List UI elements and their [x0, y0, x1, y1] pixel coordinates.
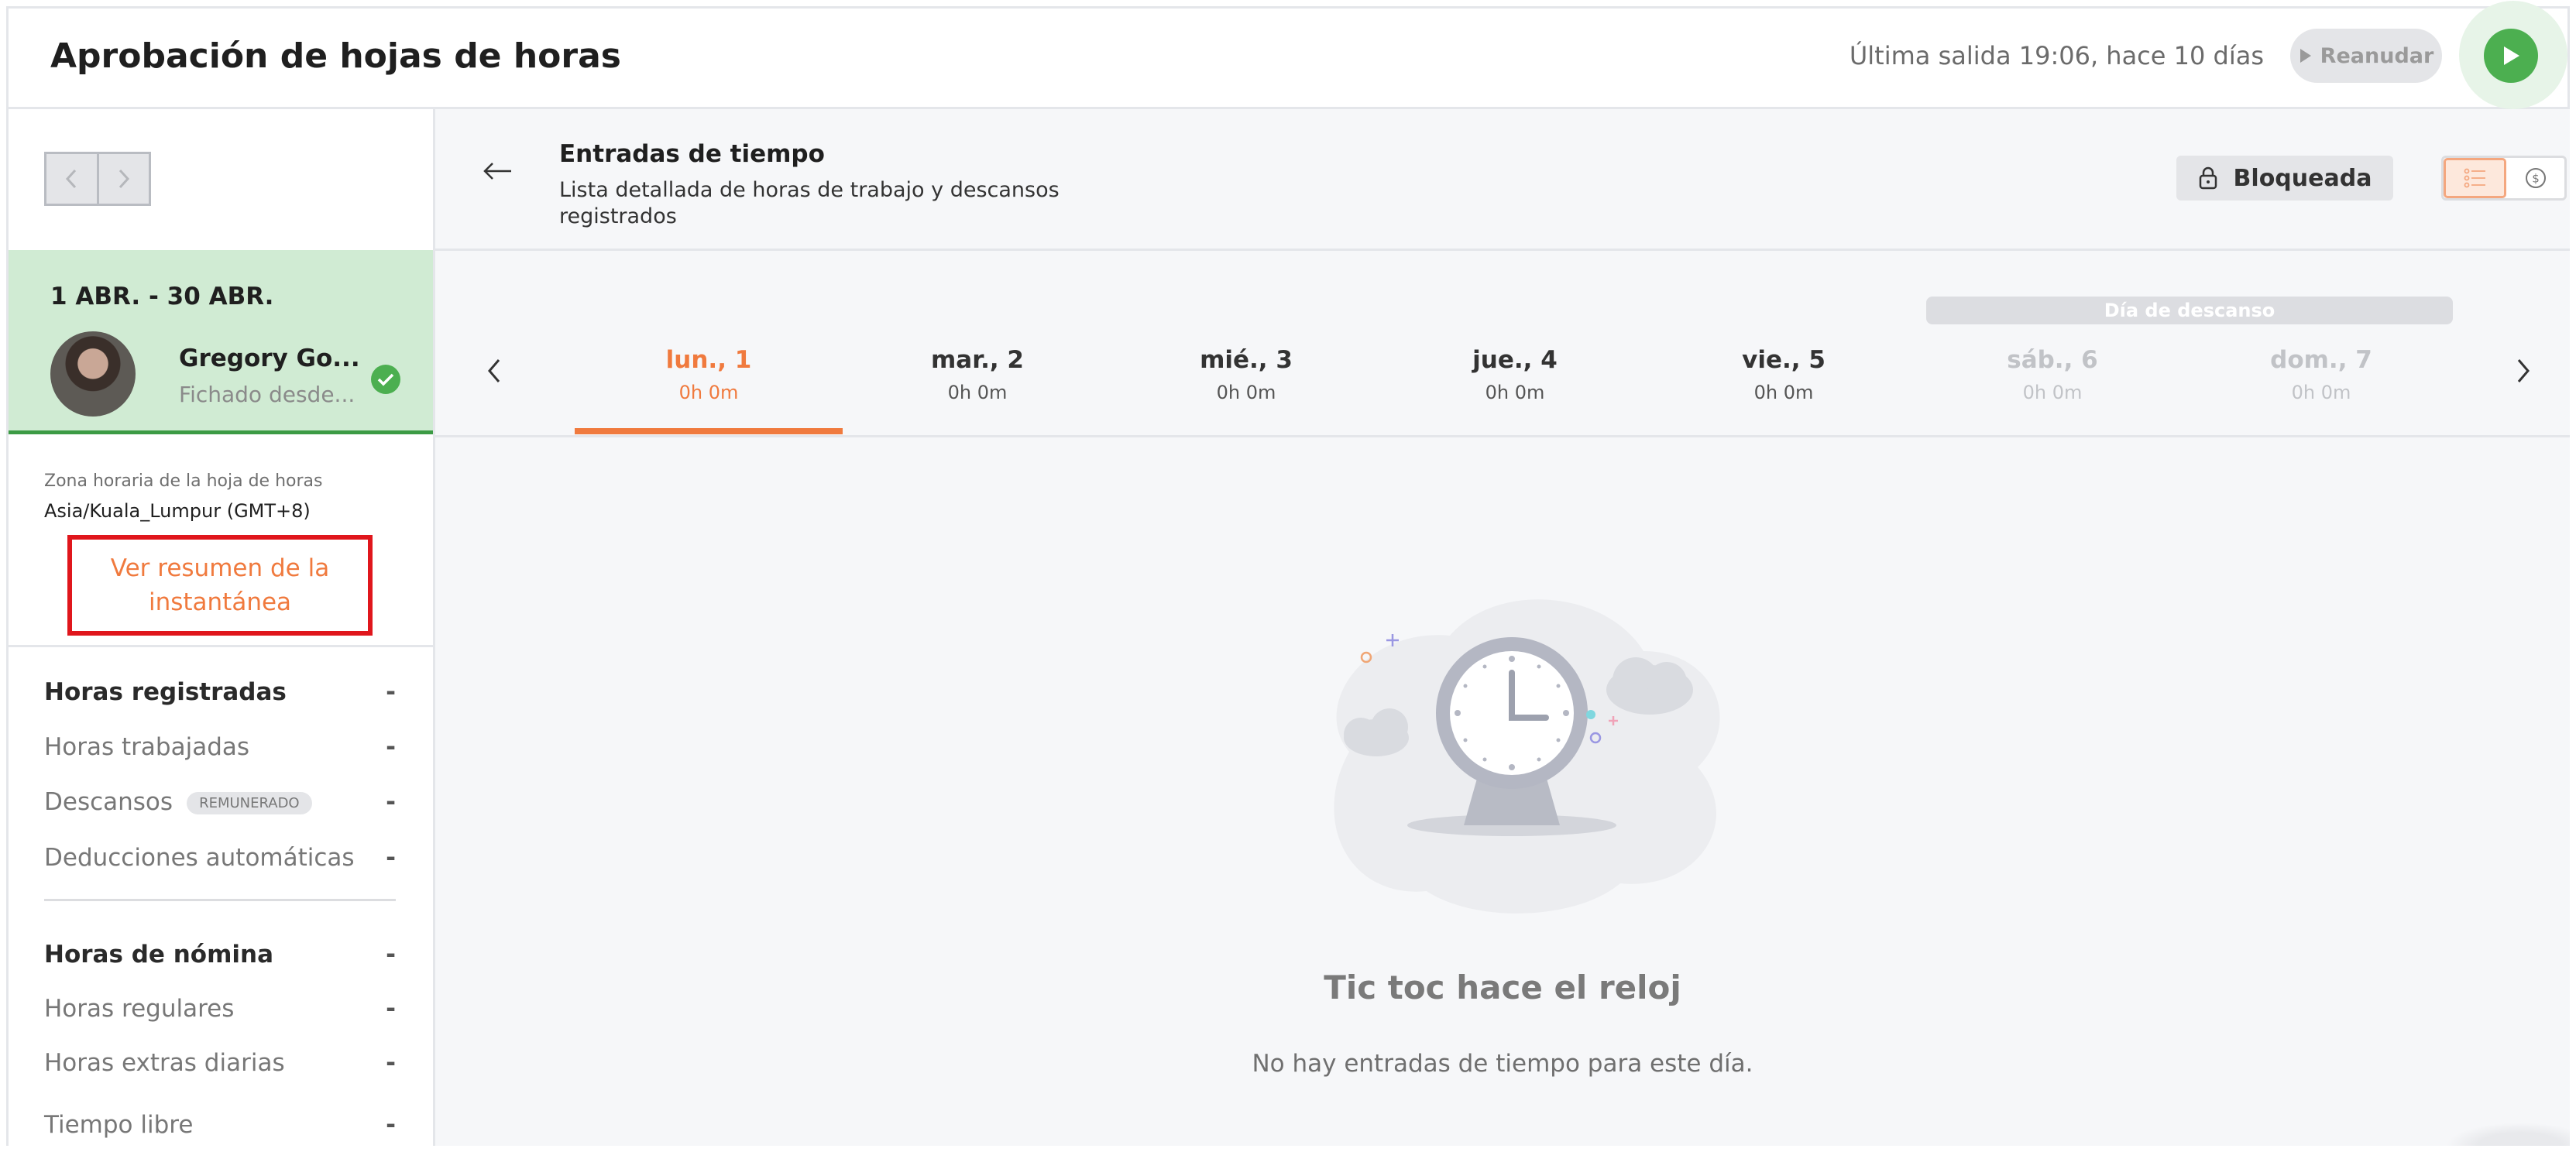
empty-state-title: Tic toc hace el reloj: [1324, 969, 1681, 1006]
stat-value: -: [386, 788, 396, 816]
next-period-button[interactable]: [99, 154, 149, 204]
resume-label: Reanudar: [2320, 43, 2434, 68]
employee-status: Fichado desde...: [179, 382, 355, 407]
clock-illustration-icon: [1334, 599, 1720, 914]
list-icon: [2464, 168, 2485, 188]
day-label: mié., 3: [1200, 346, 1293, 374]
stat-label-wrap: Descansos REMUNERADO: [44, 788, 312, 816]
stat-value: -: [386, 733, 396, 761]
stat-payroll-hours: Horas de nómina -: [44, 941, 396, 969]
stat-label: Horas registradas: [44, 678, 287, 706]
timesheet-card[interactable]: 1 ABR. - 30 ABR. Gregory Go... Fichado d…: [9, 250, 433, 434]
next-week-button[interactable]: [2516, 354, 2531, 392]
prev-week-button[interactable]: [486, 354, 502, 392]
stat-daily-overtime: Horas extras diarias -: [44, 1049, 396, 1077]
start-timer-button[interactable]: [2484, 29, 2538, 83]
day-tab[interactable]: mar., 2 0h 0m: [843, 346, 1111, 403]
stat-recorded-hours: Horas registradas -: [44, 678, 396, 706]
divider: [44, 899, 396, 901]
day-selector: Día de descanso lun., 1 0h 0m mar., 2 0h…: [435, 253, 2570, 437]
day-hours: 0h 0m: [2291, 382, 2351, 403]
stat-worked-hours: Horas trabajadas -: [44, 733, 396, 761]
day-hours: 0h 0m: [1485, 382, 1545, 403]
day-label: mar., 2: [930, 346, 1024, 374]
day-hours: 0h 0m: [1753, 382, 1814, 403]
check-icon: [371, 365, 400, 394]
stat-label: Horas regulares: [44, 995, 235, 1023]
chevron-right-icon: [118, 169, 129, 189]
stat-value: -: [386, 941, 396, 969]
stat-breaks: Descansos REMUNERADO -: [44, 788, 396, 816]
resume-button[interactable]: Reanudar: [2290, 29, 2442, 83]
stat-value: -: [386, 1049, 396, 1077]
svg-text:$: $: [2532, 172, 2540, 186]
top-bar: Aprobación de hojas de horas Última sali…: [9, 1, 2567, 109]
day-hours: 0h 0m: [678, 382, 739, 403]
stat-label: Descansos: [44, 788, 173, 816]
section-header: Entradas de tiempo Lista detallada de ho…: [435, 109, 2570, 251]
day-label: dom., 7: [2270, 346, 2372, 374]
timezone-value: Asia/Kuala_Lumpur (GMT+8): [44, 500, 311, 522]
chevron-left-icon: [488, 359, 500, 382]
rest-day-band: Día de descanso: [1926, 297, 2453, 324]
divider: [9, 645, 433, 647]
chevron-right-icon: [2517, 359, 2530, 382]
locked-button[interactable]: Bloqueada: [2176, 156, 2393, 201]
page-title: Aprobación de hojas de horas: [50, 36, 621, 76]
day-hours: 0h 0m: [2022, 382, 2083, 403]
stat-value: -: [386, 1111, 396, 1139]
section-title: Entradas de tiempo: [559, 140, 825, 168]
cost-view-button[interactable]: $: [2506, 158, 2564, 198]
stat-regular-hours: Horas regulares -: [44, 995, 396, 1023]
stat-value: -: [386, 678, 396, 706]
stat-auto-deductions: Deducciones automáticas -: [44, 844, 396, 872]
day-tab[interactable]: dom., 7 0h 0m: [2187, 346, 2455, 403]
dollar-circle-icon: $: [2525, 168, 2546, 188]
day-label: jue., 4: [1472, 346, 1558, 374]
corner-shadow: [2446, 1123, 2570, 1146]
app-window: Aprobación de hojas de horas Última sali…: [6, 1, 2570, 1146]
stat-label: Horas de nómina: [44, 941, 273, 969]
snapshot-summary-link[interactable]: Ver resumen de la instantánea: [67, 535, 373, 636]
stat-value: -: [386, 844, 396, 872]
day-tab[interactable]: vie., 5 0h 0m: [1650, 346, 1918, 403]
stat-label: Deducciones automáticas: [44, 844, 355, 872]
paid-badge: REMUNERADO: [187, 792, 312, 814]
arrow-left-icon: [483, 163, 511, 180]
day-label: lun., 1: [665, 346, 752, 374]
day-tab[interactable]: jue., 4 0h 0m: [1381, 346, 1649, 403]
last-exit-text: Última salida 19:06, hace 10 días: [1849, 41, 2264, 70]
stat-label: Horas extras diarias: [44, 1049, 285, 1077]
day-tab[interactable]: lun., 1 0h 0m: [575, 346, 843, 403]
avatar: [50, 331, 136, 417]
locked-label: Bloqueada: [2233, 164, 2372, 192]
employee-name: Gregory Go...: [179, 345, 360, 372]
list-view-button[interactable]: [2444, 158, 2506, 198]
timezone-label: Zona horaria de la hoja de horas: [44, 471, 323, 491]
day-tab[interactable]: sáb., 6 0h 0m: [1918, 346, 2186, 403]
day-tab[interactable]: mié., 3 0h 0m: [1112, 346, 1380, 403]
stat-time-off: Tiempo libre -: [44, 1111, 396, 1139]
main-panel: Entradas de tiempo Lista detallada de ho…: [435, 109, 2570, 1146]
back-button[interactable]: [482, 149, 513, 189]
play-icon: [2504, 46, 2519, 65]
prev-period-button[interactable]: [46, 154, 99, 204]
lock-icon: [2199, 166, 2217, 190]
period-nav: [44, 152, 151, 206]
active-day-indicator: [575, 428, 843, 434]
sidebar: 1 ABR. - 30 ABR. Gregory Go... Fichado d…: [9, 109, 435, 1146]
day-label: sáb., 6: [2007, 346, 2098, 374]
period-range: 1 ABR. - 30 ABR.: [50, 283, 274, 310]
stat-value: -: [386, 995, 396, 1023]
play-small-icon: [2300, 49, 2311, 63]
section-description: Lista detallada de horas de trabajo y de…: [559, 178, 1060, 228]
view-toggle: $: [2441, 156, 2567, 201]
stat-label: Horas trabajadas: [44, 733, 250, 761]
chevron-left-icon: [66, 169, 77, 189]
day-hours: 0h 0m: [1216, 382, 1276, 403]
day-label: vie., 5: [1742, 346, 1826, 374]
day-hours: 0h 0m: [947, 382, 1008, 403]
empty-state-message: No hay entradas de tiempo para este día.: [1252, 1050, 1753, 1078]
stat-label: Tiempo libre: [44, 1111, 194, 1139]
